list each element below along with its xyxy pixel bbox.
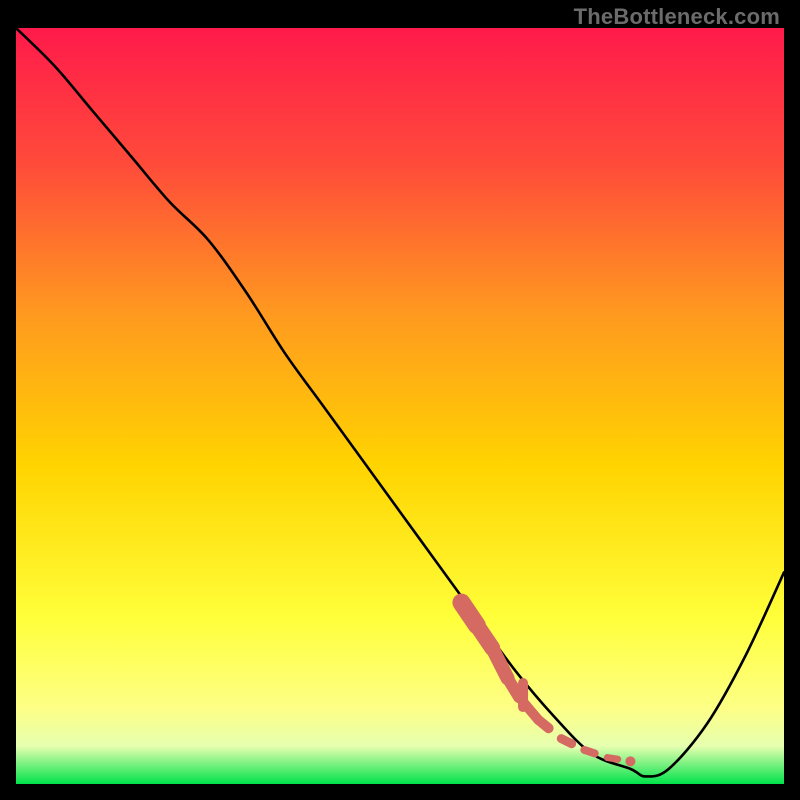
highlight-dash: [584, 750, 594, 753]
highlight-dash: [538, 720, 548, 729]
gradient-background: [16, 28, 784, 784]
watermark-text: TheBottleneck.com: [574, 4, 780, 30]
bottleneck-chart: [16, 28, 784, 784]
highlight-dot: [625, 756, 635, 766]
chart-frame: [16, 28, 784, 784]
highlight-dash: [561, 739, 571, 744]
highlight-dash: [607, 758, 617, 760]
